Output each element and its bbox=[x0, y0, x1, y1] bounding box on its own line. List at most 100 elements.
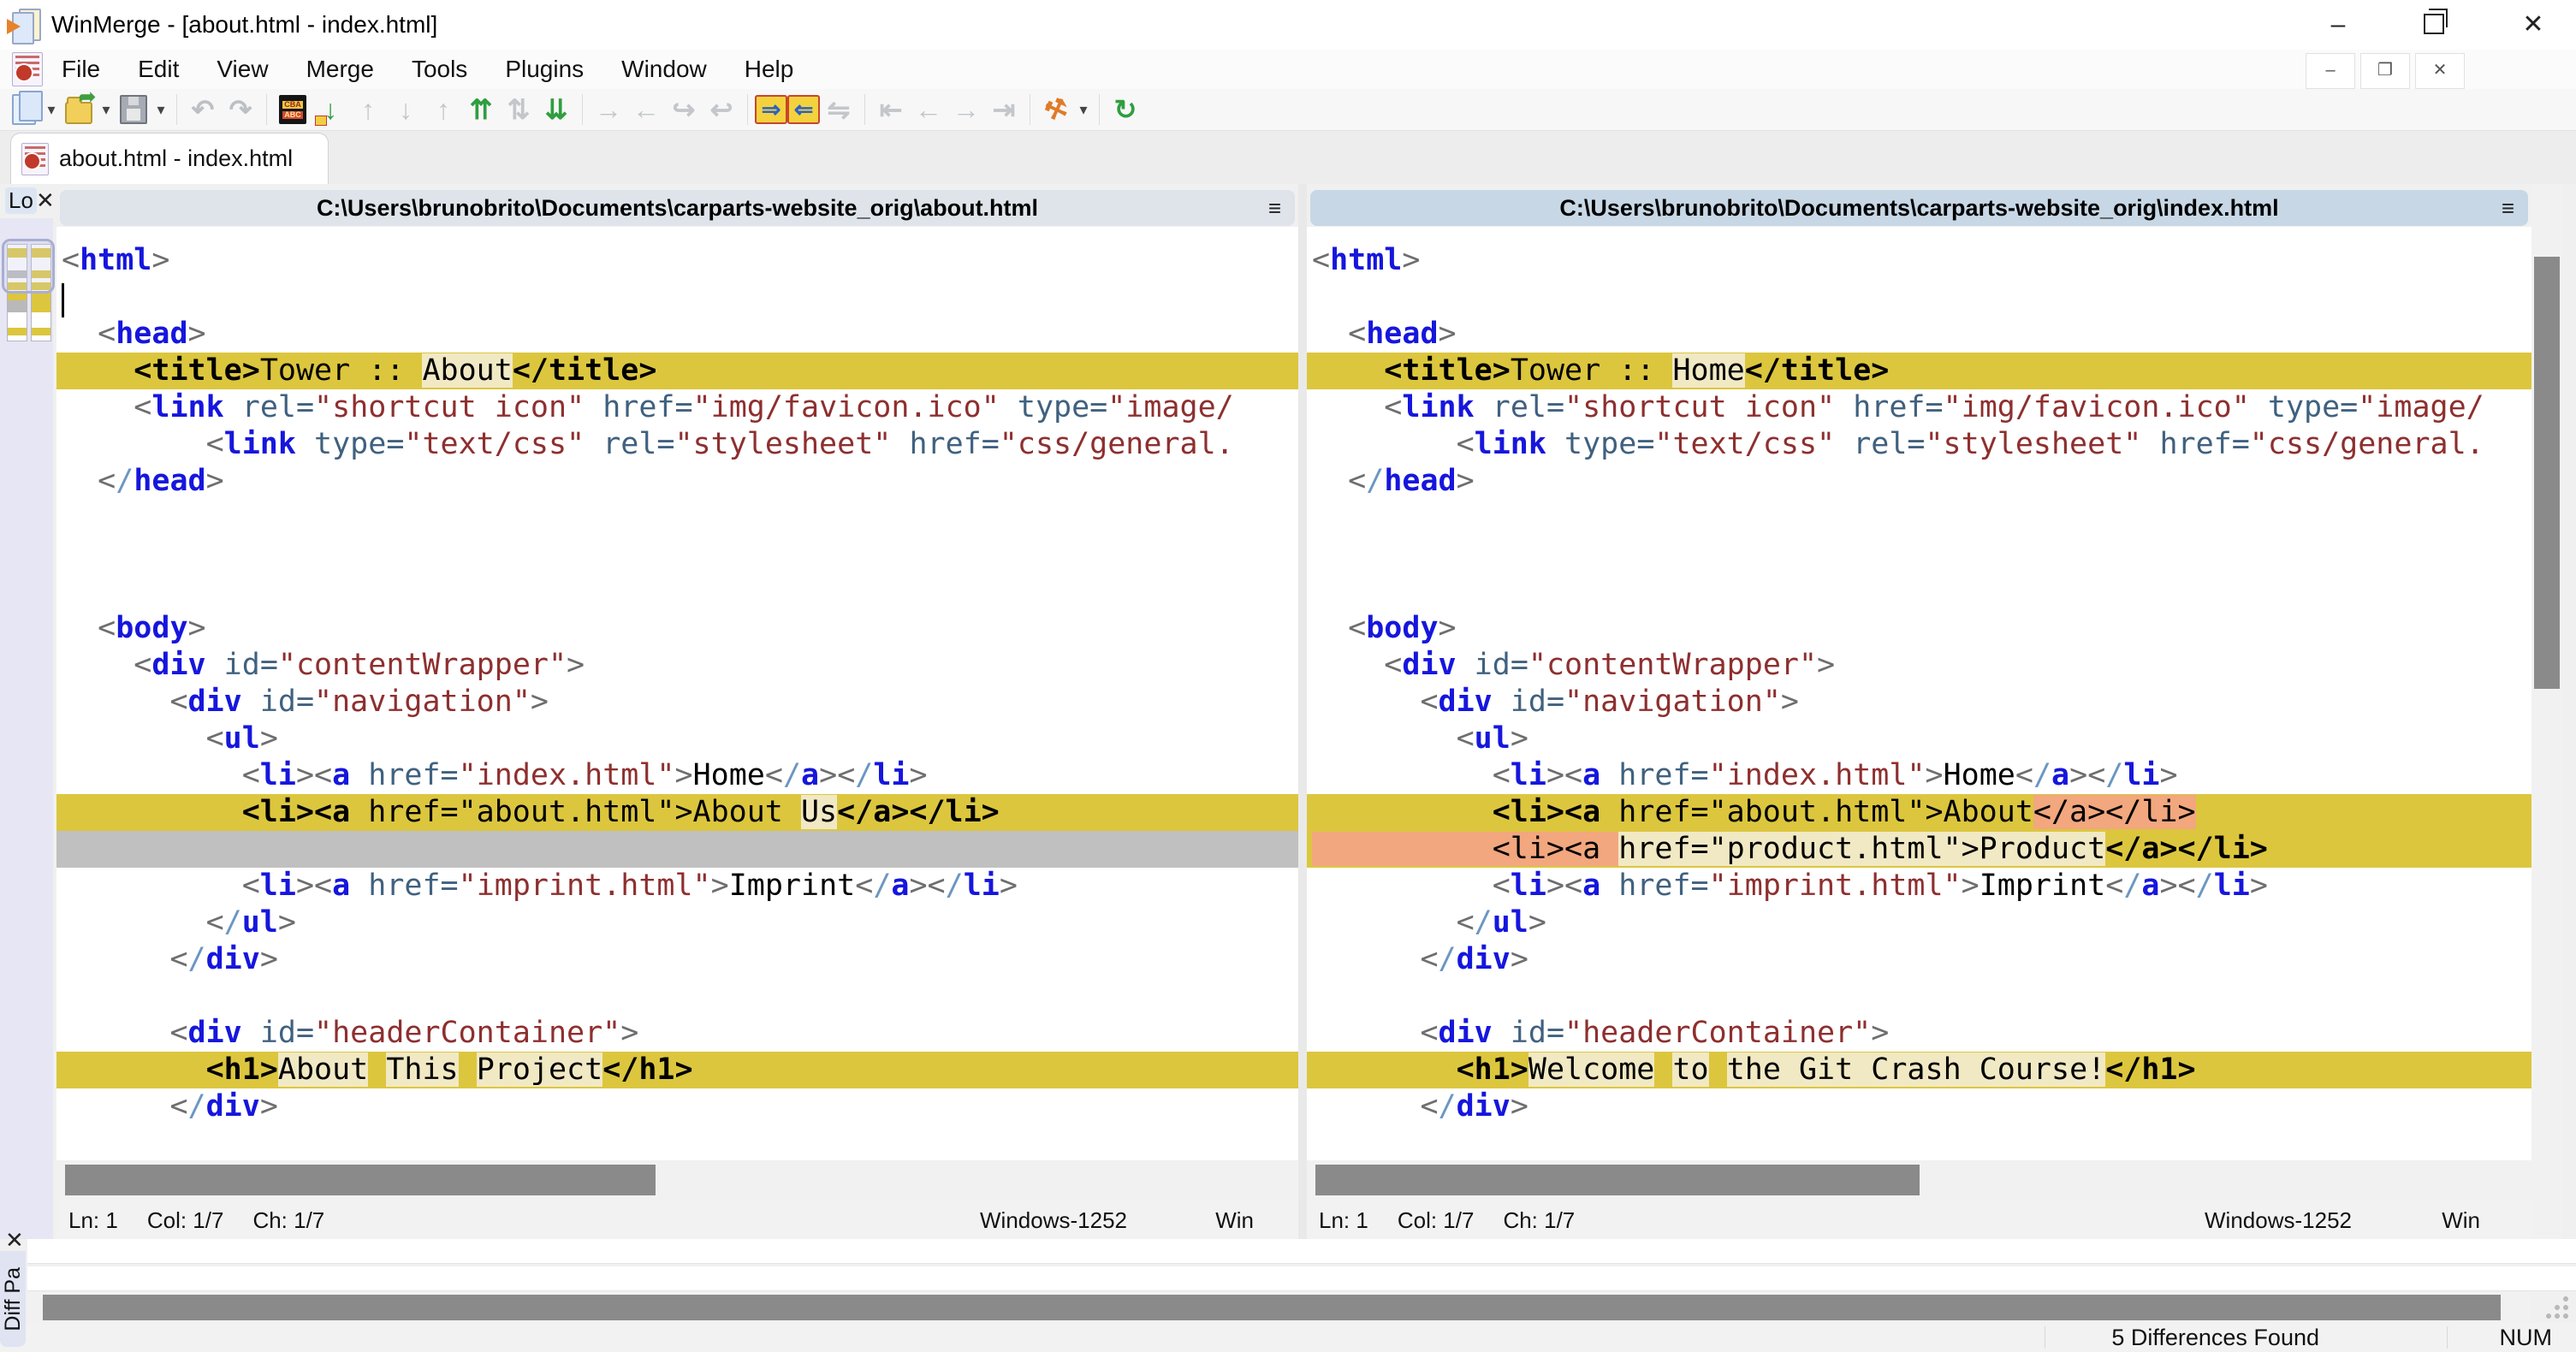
minimize-button[interactable]: – bbox=[2299, 0, 2377, 50]
compare-method-icon[interactable]: CBA ABC bbox=[274, 92, 312, 127]
right-code-line-14[interactable]: <ul> bbox=[1307, 720, 2531, 757]
copy-to-left-pane-icon[interactable]: ⇐ bbox=[787, 95, 820, 124]
diff-pane-tab[interactable]: Diff Pa bbox=[0, 1251, 26, 1347]
vertical-scrollbar[interactable] bbox=[2531, 184, 2562, 1239]
location-pane-close-icon[interactable]: ✕ bbox=[36, 187, 55, 214]
left-code-line-21[interactable] bbox=[56, 978, 1298, 1015]
menu-view[interactable]: View bbox=[198, 50, 287, 89]
left-hscroll-thumb[interactable] bbox=[65, 1165, 656, 1195]
diff-pane-row-right[interactable] bbox=[27, 1266, 2576, 1291]
document-icon[interactable] bbox=[12, 52, 43, 86]
open-icon[interactable] bbox=[60, 85, 98, 127]
left-header-menu-icon[interactable]: ≡ bbox=[1268, 190, 1281, 226]
left-code-line-1[interactable]: <html> bbox=[56, 242, 1298, 279]
right-horizontal-scrollbar[interactable] bbox=[1307, 1160, 2531, 1200]
diff-pane-row-left[interactable] bbox=[27, 1239, 2576, 1264]
left-code-line-12[interactable]: <div id="contentWrapper"> bbox=[56, 647, 1298, 684]
left-code-line-6[interactable]: <link type="text/css" rel="stylesheet" h… bbox=[56, 426, 1298, 463]
previous-difference-icon[interactable]: ↑ bbox=[349, 92, 387, 127]
menu-tools[interactable]: Tools bbox=[393, 50, 486, 89]
first-difference-icon[interactable]: ⇈ bbox=[462, 92, 500, 127]
open-dropdown-icon[interactable]: ▾ bbox=[98, 92, 115, 127]
new-document-dropdown-icon[interactable]: ▾ bbox=[43, 92, 60, 127]
diff-pane-scroll-thumb[interactable] bbox=[43, 1295, 2501, 1320]
options-icon[interactable]: ⚒ bbox=[1037, 92, 1075, 127]
current-difference-icon[interactable]: ⇅ bbox=[500, 92, 537, 127]
copy-right-icon[interactable]: → bbox=[590, 92, 627, 127]
right-code-line-18[interactable]: <li><a href="imprint.html">Imprint</a></… bbox=[1307, 868, 2531, 904]
right-code-line-1[interactable]: <html> bbox=[1307, 242, 2531, 279]
menu-help[interactable]: Help bbox=[726, 50, 813, 89]
location-pane-map[interactable] bbox=[0, 218, 55, 1239]
diff-pane-close-icon[interactable]: ✕ bbox=[5, 1227, 24, 1254]
right-code-line-24[interactable]: </div> bbox=[1307, 1088, 2531, 1125]
next-conflict-icon[interactable]: ↓ bbox=[387, 92, 424, 127]
left-code-line-24[interactable]: </div> bbox=[56, 1088, 1298, 1125]
right-code-line-8[interactable] bbox=[1307, 500, 2531, 537]
right-header-menu-icon[interactable]: ≡ bbox=[2502, 190, 2514, 226]
mdi-close-button[interactable]: ✕ bbox=[2415, 53, 2465, 89]
resize-grip-icon[interactable] bbox=[2543, 1296, 2569, 1319]
left-code-line-4[interactable]: <title>Tower :: About</title> bbox=[56, 353, 1298, 389]
right-code-line-6[interactable]: <link type="text/css" rel="stylesheet" h… bbox=[1307, 426, 2531, 463]
copy-left-advance-icon[interactable]: ↩ bbox=[703, 92, 740, 127]
close-button[interactable]: ✕ bbox=[2490, 0, 2576, 50]
save-icon[interactable] bbox=[115, 92, 152, 127]
left-code-line-2[interactable] bbox=[56, 279, 1298, 316]
next-file-icon[interactable]: → bbox=[947, 92, 985, 127]
right-code-line-19[interactable]: </ul> bbox=[1307, 904, 2531, 941]
left-code-line-18[interactable]: <li><a href="imprint.html">Imprint</a></… bbox=[56, 868, 1298, 904]
previous-file-icon[interactable]: ← bbox=[910, 92, 947, 127]
tab-about-index[interactable]: about.html - index.html bbox=[10, 133, 329, 184]
options-dropdown-icon[interactable]: ▾ bbox=[1075, 92, 1092, 127]
right-file-path-header[interactable]: C:\Users\brunobrito\Documents\carparts-w… bbox=[1310, 190, 2528, 226]
right-code-line-12[interactable]: <div id="contentWrapper"> bbox=[1307, 647, 2531, 684]
restore-button[interactable] bbox=[2395, 0, 2473, 50]
pane-splitter[interactable] bbox=[1298, 184, 1307, 1239]
right-code-line-10[interactable] bbox=[1307, 573, 2531, 610]
right-code-line-7[interactable]: </head> bbox=[1307, 463, 2531, 500]
left-code-line-13[interactable]: <div id="navigation"> bbox=[56, 684, 1298, 720]
left-code-line-15[interactable]: <li><a href="index.html">Home</a></li> bbox=[56, 757, 1298, 794]
location-diff-marker[interactable] bbox=[8, 300, 27, 312]
right-code-line-5[interactable]: <link rel="shortcut icon" href="img/favi… bbox=[1307, 389, 2531, 426]
vscroll-thumb[interactable] bbox=[2534, 257, 2560, 689]
left-code-line-10[interactable] bbox=[56, 573, 1298, 610]
left-code-line-17[interactable] bbox=[56, 831, 1298, 868]
left-code-line-3[interactable]: <head> bbox=[56, 316, 1298, 353]
first-file-icon[interactable]: ⇤ bbox=[872, 92, 910, 127]
left-code-line-19[interactable]: </ul> bbox=[56, 904, 1298, 941]
right-code-line-16[interactable]: <li><a href="about.html">About</a></li> bbox=[1307, 794, 2531, 831]
left-code-line-8[interactable] bbox=[56, 500, 1298, 537]
left-code-line-16[interactable]: <li><a href="about.html">About Us</a></l… bbox=[56, 794, 1298, 831]
right-code-line-15[interactable]: <li><a href="index.html">Home</a></li> bbox=[1307, 757, 2531, 794]
right-code-editor[interactable]: <html> <head> <title>Tower :: Home</titl… bbox=[1307, 227, 2531, 1160]
mdi-minimize-button[interactable]: – bbox=[2306, 53, 2355, 89]
right-code-line-20[interactable]: </div> bbox=[1307, 941, 2531, 978]
new-document-icon[interactable] bbox=[5, 91, 43, 127]
location-diff-marker[interactable] bbox=[32, 328, 50, 335]
save-dropdown-icon[interactable]: ▾ bbox=[152, 92, 169, 127]
menu-edit[interactable]: Edit bbox=[119, 50, 198, 89]
right-code-line-9[interactable] bbox=[1307, 537, 2531, 573]
right-code-line-13[interactable]: <div id="navigation"> bbox=[1307, 684, 2531, 720]
left-file-path-header[interactable]: C:\Users\brunobrito\Documents\carparts-w… bbox=[60, 190, 1295, 226]
undo-icon[interactable]: ↶ bbox=[184, 92, 222, 127]
left-code-line-7[interactable]: </head> bbox=[56, 463, 1298, 500]
right-hscroll-thumb[interactable] bbox=[1315, 1165, 1920, 1195]
copy-right-advance-icon[interactable]: ↪ bbox=[665, 92, 703, 127]
right-code-line-21[interactable] bbox=[1307, 978, 2531, 1015]
location-view-rectangle[interactable] bbox=[2, 239, 55, 294]
left-code-line-11[interactable]: <body> bbox=[56, 610, 1298, 647]
right-code-line-23[interactable]: <h1>Welcome to the Git Crash Course!</h1… bbox=[1307, 1052, 2531, 1088]
left-code-line-22[interactable]: <div id="headerContainer"> bbox=[56, 1015, 1298, 1052]
left-code-line-20[interactable]: </div> bbox=[56, 941, 1298, 978]
right-code-line-3[interactable]: <head> bbox=[1307, 316, 2531, 353]
swap-panes-icon[interactable]: ⇋ bbox=[820, 92, 858, 127]
location-diff-marker[interactable] bbox=[8, 328, 27, 335]
left-code-editor[interactable]: <html> <head> <title>Tower :: About</tit… bbox=[56, 227, 1298, 1160]
last-file-icon[interactable]: ⇥ bbox=[985, 92, 1023, 127]
menu-window[interactable]: Window bbox=[602, 50, 726, 89]
menu-file[interactable]: File bbox=[43, 50, 119, 89]
location-diff-marker[interactable] bbox=[32, 291, 50, 312]
